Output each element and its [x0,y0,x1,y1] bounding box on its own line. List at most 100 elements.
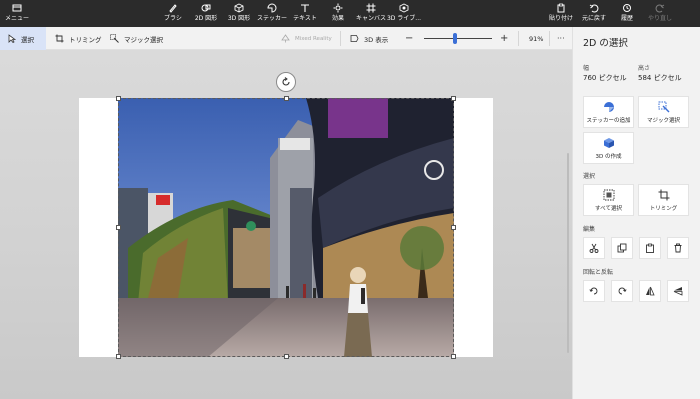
view-3d-icon [350,35,359,42]
edit-section-heading: 編集 [583,226,596,233]
toolbar-divider [549,31,550,46]
resize-handle-left[interactable] [116,225,121,230]
select-icon [8,34,16,43]
view-3d-toggle[interactable]: 3D 表示 [350,27,388,50]
rotate-right-icon [618,287,627,295]
magic-select-icon [110,34,119,43]
resize-handle-top-left[interactable] [116,96,121,101]
rotate-right-button[interactable] [611,280,633,302]
rotate-left-button[interactable] [583,280,605,302]
vertical-scrollbar[interactable] [567,153,569,353]
canvas-label: キャンバス [355,15,386,22]
selection-panel: 2D の選択 幅 760 ピクセル 高さ 584 ピクセル ステッカーの追加 マ… [572,27,700,399]
menu-icon [12,4,22,12]
select-all-label: すべて選択 [595,205,622,212]
select-all-button[interactable]: すべて選択 [583,184,634,216]
resize-handle-bottom-left[interactable] [116,354,121,359]
zoom-level-value: 91% [529,34,544,43]
paste-icon [557,3,565,13]
brush-icon [169,4,177,13]
crop-panel-button[interactable]: トリミング [638,184,689,216]
text-label: テキスト [293,15,317,22]
mixed-reality-label: Mixed Reality [295,35,332,42]
zoom-slider-thumb[interactable] [452,33,457,44]
shapes-2d-icon [201,4,211,12]
paste-edit-icon [646,243,654,253]
make-sticker-button[interactable]: ステッカーの追加 [583,96,634,128]
select-all-icon [603,189,614,200]
resize-handle-bottom-right[interactable] [451,354,456,359]
magic-select-panel-label: マジック選択 [646,117,680,124]
rotate-flip-section-heading: 回転と反転 [583,269,614,276]
make-3d-label: 3D の作成 [595,153,622,160]
resize-handle-right[interactable] [451,225,456,230]
make-3d-button[interactable]: 3D の作成 [583,132,634,164]
shapes-3d-label: 3D 図形 [227,15,251,22]
copy-button[interactable] [611,237,633,259]
delete-icon [674,243,682,253]
panel-title: 2D の選択 [583,38,628,49]
cut-icon [589,243,599,253]
rotate-left-icon [589,287,598,295]
menu-label: メニュー [4,15,29,22]
magic-select-button[interactable]: マジック選択 [110,27,163,50]
canvas-icon [366,3,376,13]
more-icon: ··· [557,34,565,43]
redo-button[interactable]: やり直し [640,3,680,22]
shapes-2d-label: 2D 図形 [194,15,218,22]
stickers-label: ステッカー [256,15,287,22]
zoom-in-icon: + [500,33,509,44]
select-section-heading: 選択 [583,173,596,180]
selection-box[interactable] [116,96,456,359]
magic-select-icon [658,101,669,112]
paste-panel-button[interactable] [639,237,661,259]
height-value[interactable]: 584 ピクセル [638,73,682,83]
flip-vertical-icon [646,286,655,296]
zoom-level[interactable]: 91% [529,27,543,50]
zoom-out-button[interactable]: − [405,27,413,50]
resize-handle-top-right[interactable] [451,96,456,101]
crop-panel-label: トリミング [649,205,678,212]
flip-horizontal-button[interactable] [667,280,689,302]
make-sticker-label: ステッカーの追加 [586,117,631,124]
zoom-in-button[interactable]: + [500,27,508,50]
top-toolbar: メニュー ブラシ 2D 図形 3D 図形 ステッカー テキスト 効果 キャンバス… [0,0,700,27]
select-tool-button[interactable]: 選択 [0,27,46,50]
stickers-icon [267,3,277,13]
zoom-out-icon: − [405,33,414,44]
width-label: 幅 [583,65,590,72]
effects-label: 効果 [331,15,344,22]
resize-handle-bottom[interactable] [284,354,289,359]
mixed-reality-button[interactable]: Mixed Reality [281,27,332,50]
library-3d-icon [399,3,409,13]
brush-label: ブラシ [164,15,182,22]
view-3d-label: 3D 表示 [364,35,389,44]
rotate-handle[interactable] [276,72,296,92]
magic-select-panel-button[interactable]: マジック選択 [638,96,689,128]
width-value[interactable]: 760 ピクセル [583,73,627,83]
flip-horizontal-icon [673,287,683,296]
redo-label: やり直し [647,15,672,22]
undo-label: 元に戻す [581,15,606,22]
library-3d-button[interactable]: 3D ライブ... [384,3,424,22]
cut-button[interactable] [583,237,605,259]
crop-label: トリミング [69,35,102,44]
history-icon [623,4,631,12]
menu-button[interactable]: メニュー [0,3,37,22]
history-label: 履歴 [620,15,633,22]
rotate-handle-icon [282,77,290,86]
crop-icon [55,34,64,43]
flip-vertical-button[interactable] [639,280,661,302]
resize-handle-top[interactable] [284,96,289,101]
crop-tool-button[interactable]: トリミング [55,27,102,50]
cube-icon [603,137,614,148]
select-label: 選択 [21,35,34,44]
undo-icon [589,4,599,13]
toolbar-divider [518,31,519,46]
delete-button[interactable] [667,237,689,259]
crop-icon [658,189,669,200]
zoom-slider[interactable] [424,33,492,44]
canvas-workspace[interactable] [0,50,572,399]
more-options-button[interactable]: ··· [557,27,565,50]
mixed-reality-icon [281,34,290,43]
